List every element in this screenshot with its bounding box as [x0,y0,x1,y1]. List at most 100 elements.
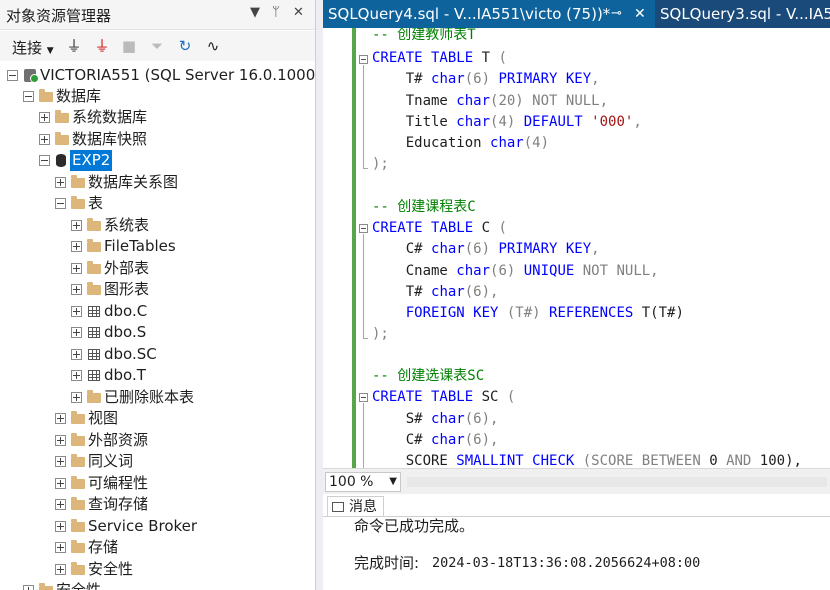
tree-node-system-tables[interactable]: 系统表 [0,215,315,236]
tree-node-storage[interactable]: 存储 [0,537,315,558]
expand-icon[interactable] [71,392,82,403]
expand-icon[interactable] [71,327,82,338]
folder-icon [71,175,85,188]
pin-icon[interactable]: ᛘ [272,5,280,20]
expand-icon[interactable] [55,499,66,510]
folder-icon [71,454,85,467]
tree-node-table-dbo-s[interactable]: dbo.S [0,322,315,343]
expand-icon[interactable] [55,521,66,532]
tree-node-views[interactable]: 视图 [0,408,315,429]
tree-node-security-server[interactable]: 安全性 [0,580,315,590]
disconnect-icon[interactable]: ⏚ [92,36,112,56]
tree-node-server[interactable]: VICTORIA551 (SQL Server 16.0.1000.6 [0,65,315,86]
document-tabs: SQLQuery4.sql - V...IA551\victo (75))* ⊸… [323,0,830,28]
tree-node-table-dbo-sc[interactable]: dbo.SC [0,344,315,365]
message-icon [332,502,344,512]
tab-messages[interactable]: 消息 [327,496,384,516]
tree-node-external-resources[interactable]: 外部资源 [0,430,315,451]
tree-node-exp2[interactable]: EXP2 [0,150,315,171]
activity-monitor-icon[interactable]: ∿ [203,36,223,56]
tree-node-tables[interactable]: 表 [0,193,315,214]
editor-gutter [323,28,353,468]
fold-guide-end [363,168,368,169]
expand-icon[interactable] [23,585,34,590]
close-icon[interactable]: ✕ [293,5,304,20]
tree-node-external-tables[interactable]: 外部表 [0,258,315,279]
tree-node-service-broker[interactable]: Service Broker [0,516,315,537]
expand-icon[interactable] [71,306,82,317]
object-explorer-toolbar: 连接 ▼ ⏚ ⏚ ■ ⏷ ↻ ∿ [0,31,315,61]
expand-icon[interactable] [55,413,66,424]
collapse-icon[interactable] [39,155,50,166]
code-line: -- 创建教师表T [372,28,476,43]
folder-icon [39,583,53,590]
code-line: S# char(6), [372,411,499,427]
code-line: T# char(6) PRIMARY KEY, [372,71,600,87]
object-explorer-titlebar: 对象资源管理器 ▼ ᛘ ✕ [0,0,315,30]
expand-icon[interactable] [71,349,82,360]
tree-node-database-diagrams[interactable]: 数据库关系图 [0,172,315,193]
tree-node-dropped-ledger-tables[interactable]: 已删除账本表 [0,387,315,408]
collapse-icon[interactable] [55,198,66,209]
tree-node-synonyms[interactable]: 同义词 [0,451,315,472]
code-line: -- 创建选课表SC [372,368,485,384]
fold-guide-end [363,338,368,339]
expand-icon[interactable] [71,370,82,381]
server-icon [24,69,39,83]
expand-icon[interactable] [71,241,82,252]
expand-icon[interactable] [39,112,50,123]
fold-collapse-icon[interactable] [359,224,368,233]
fold-collapse-icon[interactable] [359,393,368,402]
panel-splitter[interactable] [315,0,323,590]
tree-node-filetables[interactable]: FileTables [0,236,315,257]
tab-sqlquery4[interactable]: SQLQuery4.sql - V...IA551\victo (75))* ⊸… [323,0,655,28]
tree-node-graph-tables[interactable]: 图形表 [0,279,315,300]
database-icon [56,154,66,167]
table-icon [88,306,100,317]
tree-node-database-snapshots[interactable]: 数据库快照 [0,129,315,150]
expand-icon[interactable] [71,284,82,295]
code-line: C# char(6) PRIMARY KEY, [372,241,600,257]
fold-collapse-icon[interactable] [359,55,368,64]
editor-status-bar: 100 % ▼ [323,468,830,494]
tree-node-system-databases[interactable]: 系统数据库 [0,107,315,128]
code-line: Title char(4) DEFAULT '000', [372,114,642,130]
expand-icon[interactable] [71,220,82,231]
expand-icon[interactable] [39,134,50,145]
object-explorer-panel: 对象资源管理器 ▼ ᛘ ✕ 连接 ▼ ⏚ ⏚ ■ ⏷ ↻ ∿ VICTORIA5… [0,0,315,590]
folder-icon [71,411,85,424]
code-line: -- 创建课程表C [372,199,476,215]
zoom-dropdown[interactable]: 100 % ▼ [325,472,401,492]
horizontal-scrollbar[interactable] [407,477,827,487]
collapse-icon[interactable] [23,91,34,102]
expand-icon[interactable] [71,263,82,274]
stop-icon[interactable]: ■ [119,36,139,56]
folder-icon [87,282,101,295]
filter-icon[interactable]: ⏷ [147,36,167,56]
query-editor[interactable]: -- 创建教师表T CREATE TABLE T ( T# char(6) PR… [323,28,830,468]
code-line: Tname char(20) NOT NULL, [372,93,609,109]
expand-icon[interactable] [55,435,66,446]
expand-icon[interactable] [55,564,66,575]
collapse-icon[interactable] [7,70,18,81]
pin-icon[interactable]: ⊸ [611,0,622,28]
tree-node-table-dbo-c[interactable]: dbo.C [0,301,315,322]
close-tab-icon[interactable]: ✕ [634,0,646,28]
tree-node-programmability[interactable]: 可编程性 [0,473,315,494]
tree-node-query-store[interactable]: 查询存储 [0,494,315,515]
folder-icon [87,390,101,403]
tree-node-databases[interactable]: 数据库 [0,86,315,107]
chevron-down-icon: ▼ [389,476,397,487]
window-position-dropdown-icon[interactable]: ▼ [250,5,260,20]
expand-icon[interactable] [55,478,66,489]
expand-icon[interactable] [55,177,66,188]
refresh-icon[interactable]: ↻ [175,36,195,56]
expand-icon[interactable] [55,542,66,553]
tab-sqlquery3[interactable]: SQLQuery3.sql - V...IA551 [655,0,830,28]
code-line: Cname char(6) UNIQUE NOT NULL, [372,263,659,279]
tree-node-security-db[interactable]: 安全性 [0,559,315,580]
expand-icon[interactable] [55,456,66,467]
connect-button[interactable]: 连接 ▼ [12,37,54,58]
tree-node-table-dbo-t[interactable]: dbo.T [0,365,315,386]
connect-plug-icon[interactable]: ⏚ [64,36,84,56]
